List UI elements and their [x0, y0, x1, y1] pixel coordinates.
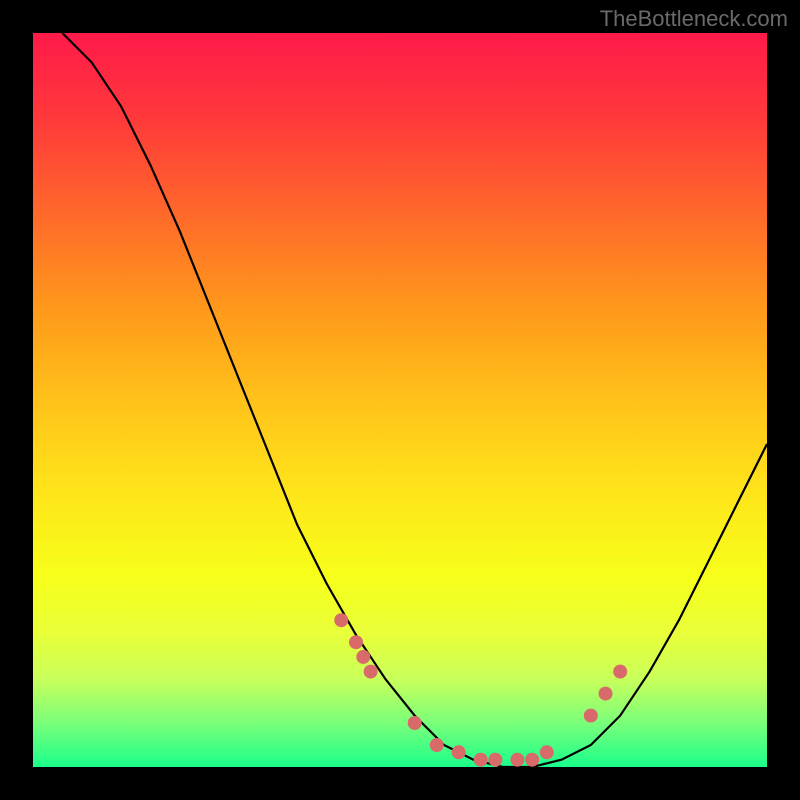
marker-point [364, 665, 378, 679]
marker-point [474, 753, 488, 767]
marker-point [430, 738, 444, 752]
chart-svg [33, 33, 767, 767]
marker-point [349, 635, 363, 649]
marker-point [488, 753, 502, 767]
marker-point [613, 665, 627, 679]
highlight-markers [334, 613, 627, 767]
chart-plot-area [33, 33, 767, 767]
watermark-text: TheBottleneck.com [600, 6, 788, 32]
marker-point [334, 613, 348, 627]
marker-point [408, 716, 422, 730]
marker-point [510, 753, 524, 767]
marker-point [356, 650, 370, 664]
marker-point [452, 745, 466, 759]
bottleneck-curve [62, 33, 767, 767]
marker-point [540, 745, 554, 759]
marker-point [525, 753, 539, 767]
marker-point [584, 709, 598, 723]
marker-point [599, 687, 613, 701]
